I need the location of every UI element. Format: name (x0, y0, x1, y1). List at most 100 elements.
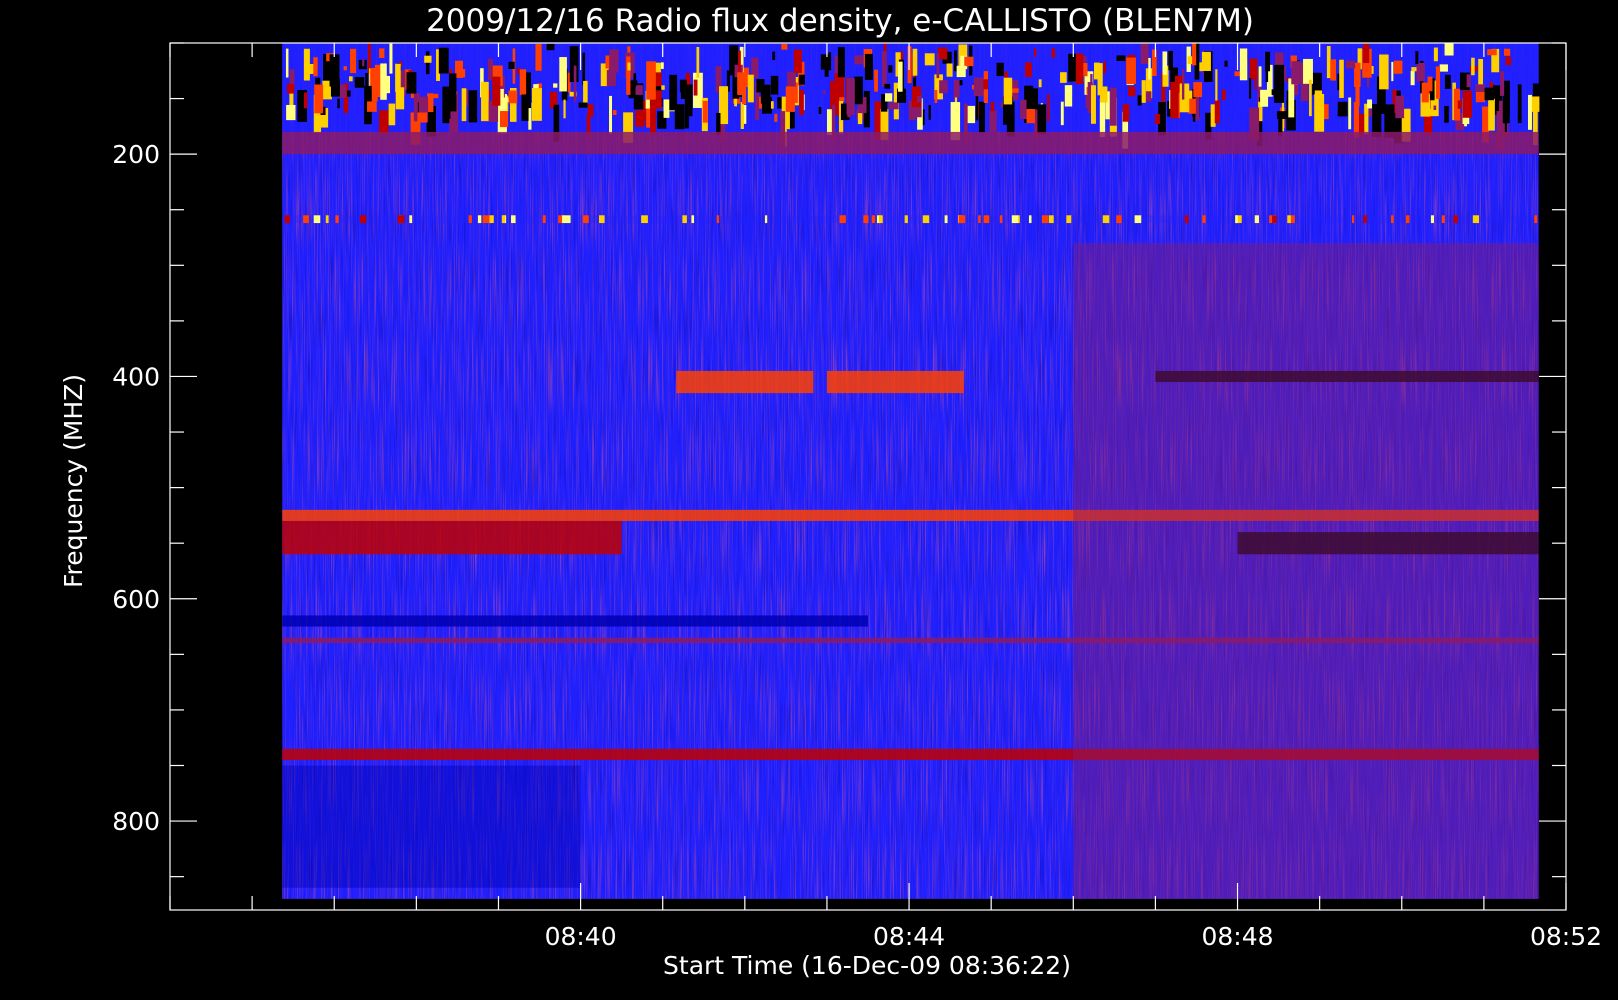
feature-cell (627, 62, 631, 71)
y-tick-label: 600 (112, 585, 160, 614)
feature-cell (1043, 215, 1046, 224)
feature-cell (535, 44, 542, 71)
x-tick-label: 08:52 (1530, 922, 1602, 951)
feature-cell (1060, 101, 1064, 126)
feature-cell (329, 54, 340, 87)
feature-cell (1188, 98, 1196, 114)
feature-cell (1235, 215, 1238, 224)
feature-cell (863, 215, 869, 224)
feature-cell (641, 215, 648, 224)
feature-cell (1309, 79, 1312, 117)
feature-cell (737, 72, 745, 95)
feature-cell (1500, 71, 1505, 96)
feature-cell (996, 62, 1004, 77)
heatmap-feature-7 (282, 520, 622, 555)
feature-cell (936, 53, 940, 79)
feature-cell (477, 215, 482, 224)
feature-cell (1391, 215, 1394, 224)
feature-cell (1215, 69, 1218, 104)
feature-cell (781, 43, 788, 50)
feature-cell (785, 86, 795, 112)
feature-cell (1503, 48, 1511, 56)
feature-cell (482, 215, 490, 224)
feature-cell (874, 69, 878, 92)
feature-cell (975, 91, 979, 121)
feature-cell (774, 113, 778, 122)
feature-cell (303, 48, 310, 81)
feature-cell (582, 52, 586, 85)
feature-cell (983, 215, 990, 224)
feature-cell (916, 96, 922, 103)
feature-cell (1193, 82, 1203, 98)
feature-cell (1181, 68, 1185, 100)
feature-cell (696, 46, 700, 78)
feature-cell (508, 61, 515, 69)
feature-cell (519, 69, 527, 96)
feature-cell (772, 51, 776, 61)
feature-cell (397, 215, 405, 224)
feature-cell (1462, 90, 1472, 118)
feature-cell (1272, 215, 1277, 224)
feature-cell (1471, 57, 1475, 76)
feature-cell (1457, 100, 1462, 109)
feature-cell (1363, 215, 1367, 224)
feature-cell (922, 215, 930, 224)
feature-cell (1137, 95, 1142, 106)
feature-cell (1265, 58, 1269, 83)
feature-cell (335, 215, 339, 224)
feature-cell (1202, 215, 1206, 224)
feature-cell (1034, 48, 1037, 57)
feature-cell (1488, 98, 1495, 131)
feature-cell (693, 79, 698, 96)
feature-cell (1201, 51, 1211, 71)
feature-cell (409, 215, 413, 224)
feature-cell (1475, 84, 1485, 93)
feature-cell (1140, 43, 1149, 65)
feature-cell (1145, 91, 1152, 102)
feature-cell (531, 87, 542, 121)
heatmap-feature-3 (676, 370, 814, 394)
feature-cell (1291, 61, 1301, 85)
feature-cell (837, 47, 845, 78)
feature-cell (325, 215, 329, 224)
feature-cell (337, 98, 340, 109)
feature-cell (367, 101, 377, 112)
feature-cell (770, 75, 779, 95)
feature-cell (599, 215, 605, 224)
feature-cell (1435, 66, 1441, 99)
feature-cell (1048, 215, 1054, 224)
feature-cell (897, 61, 903, 92)
feature-cell (1355, 84, 1360, 107)
feature-cell (966, 105, 976, 124)
feature-cell (313, 215, 321, 224)
feature-cell (1314, 90, 1323, 99)
heatmap-area (282, 43, 1540, 899)
feature-cell (1025, 62, 1032, 77)
feature-cell (871, 215, 876, 224)
feature-cell (481, 81, 489, 122)
feature-cell (1254, 215, 1259, 224)
feature-cell (1348, 97, 1352, 130)
feature-cell (888, 65, 893, 73)
y-tick-label: 400 (112, 362, 160, 391)
y-tick-label: 200 (112, 140, 160, 169)
feature-cell (1531, 96, 1540, 112)
feature-cell (583, 80, 588, 104)
feature-cell (606, 69, 616, 87)
heatmap-feature-9 (282, 615, 869, 627)
feature-cell (1287, 215, 1291, 224)
feature-cell (789, 72, 796, 87)
feature-cell (1179, 83, 1190, 113)
feature-cell (1102, 215, 1110, 224)
feature-cell (1184, 215, 1189, 224)
feature-cell (1395, 95, 1405, 119)
feature-cell (508, 90, 518, 104)
feature-cell (884, 83, 891, 89)
feature-cell (1003, 77, 1013, 105)
feature-cell (799, 90, 804, 116)
feature-cell (691, 215, 695, 224)
feature-cell (1430, 215, 1435, 224)
feature-cell (313, 57, 318, 77)
feature-cell (764, 215, 768, 224)
feature-cell (818, 107, 822, 114)
